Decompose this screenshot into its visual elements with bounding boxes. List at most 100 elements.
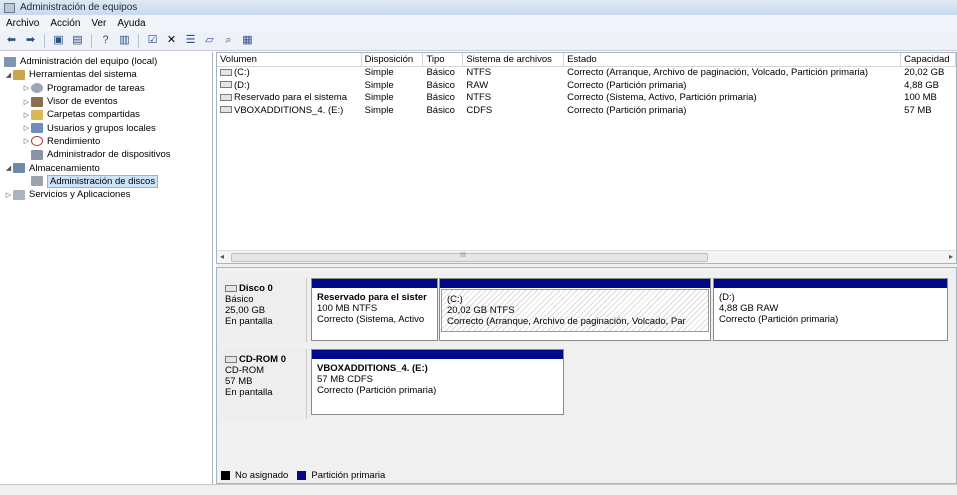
disk-management-icon <box>31 176 43 187</box>
menu-ayuda[interactable]: Ayuda <box>117 18 145 29</box>
table-row[interactable]: Reservado para el sistema Simple Básico … <box>217 92 956 105</box>
title-bar: Administración de equipos <box>0 0 957 15</box>
show-hide-tree-icon[interactable]: ▤ <box>70 34 85 48</box>
column-header-disposicion[interactable]: Disposición <box>362 53 424 66</box>
collapsed-arrow-icon[interactable]: ▷ <box>22 111 31 119</box>
console-icon[interactable]: ▥ <box>117 34 132 48</box>
partition-name: (C:) <box>447 294 463 305</box>
partition-color-bar <box>312 279 437 288</box>
menu-archivo[interactable]: Archivo <box>6 18 39 29</box>
disk-label[interactable]: Disco 0 Básico 25,00 GB En pantalla <box>219 278 307 342</box>
partition-block[interactable]: (C:) 20,02 GB NTFS Correcto (Arranque, A… <box>439 278 711 341</box>
partition-name: Reservado para el sister <box>317 292 427 303</box>
horizontal-scrollbar[interactable]: ◂ III ▸ <box>217 250 956 263</box>
tree-item-label: Usuarios y grupos locales <box>47 122 156 134</box>
toolbar-separator <box>91 33 92 48</box>
tree-item-carpetas[interactable]: ▷ Carpetas compartidas <box>0 108 212 121</box>
volume-status: Correcto (Sistema, Activo, Partición pri… <box>567 92 757 103</box>
help-icon[interactable]: ? <box>98 34 113 48</box>
column-header-tipo[interactable]: Tipo <box>423 53 464 66</box>
up-icon[interactable]: ▣ <box>51 34 66 48</box>
tree-item-visor[interactable]: ▷ Visor de eventos <box>0 95 212 108</box>
scrollbar-thumb[interactable]: III <box>231 252 708 262</box>
cdrom-icon <box>225 355 237 363</box>
scroll-right-icon[interactable]: ▸ <box>949 252 953 261</box>
volume-filesystem: NTFS <box>466 67 492 78</box>
partition-size: 20,02 GB NTFS <box>447 305 515 316</box>
volume-status: Correcto (Arranque, Archivo de paginació… <box>567 67 869 78</box>
partition-size: 4,88 GB RAW <box>719 303 779 314</box>
toolbar-separator <box>138 33 139 48</box>
primary-partition-swatch <box>297 471 307 480</box>
tree-item-dispositivos[interactable]: Administrador de dispositivos <box>0 148 212 161</box>
tree-item-servicios[interactable]: ▷ Servicios y Aplicaciones <box>0 188 212 201</box>
collapsed-arrow-icon[interactable]: ▷ <box>22 98 31 106</box>
forward-icon[interactable]: ➡ <box>23 34 38 48</box>
properties-icon[interactable]: ☰ <box>183 34 198 48</box>
search-icon[interactable]: ⌕ <box>221 34 236 48</box>
tree-item-label: Herramientas del sistema <box>29 69 137 81</box>
column-header-sistema-archivos[interactable]: Sistema de archivos <box>463 53 565 66</box>
tree-item-label: Rendimiento <box>47 135 101 147</box>
scroll-left-icon[interactable]: ◂ <box>220 252 224 261</box>
services-icon <box>13 189 25 200</box>
partition-block[interactable]: VBOXADDITIONS_4. (E:) 57 MB CDFS Correct… <box>311 349 564 415</box>
volume-layout: Simple <box>364 79 394 91</box>
volume-capacity: 57 MB <box>904 104 932 116</box>
collapsed-arrow-icon[interactable]: ▷ <box>22 137 31 145</box>
partition-name: VBOXADDITIONS_4. (E:) <box>317 363 428 374</box>
open-icon[interactable]: ▱ <box>202 34 217 48</box>
menu-bar: Archivo Acción Ver Ayuda <box>0 15 957 31</box>
disk-label[interactable]: CD-ROM 0 CD-ROM 57 MB En pantalla <box>219 349 307 419</box>
disk-row[interactable]: CD-ROM 0 CD-ROM 57 MB En pantalla VBOXAD… <box>219 349 952 419</box>
tree-item-almacenamiento[interactable]: ◢ Almacenamiento <box>0 161 212 174</box>
volume-type: Básico <box>426 92 455 103</box>
disk-graphical-view: Disco 0 Básico 25,00 GB En pantalla Rese… <box>216 267 957 484</box>
tree-item-root[interactable]: Administración del equipo (local) <box>0 55 212 68</box>
volume-status: Correcto (Partición primaria) <box>567 104 687 116</box>
column-header-volumen[interactable]: Volumen <box>217 53 362 66</box>
tree-item-label: Administración del equipo (local) <box>20 56 158 68</box>
menu-ver[interactable]: Ver <box>91 18 106 29</box>
volume-status: Correcto (Partición primaria) <box>567 79 687 91</box>
collapsed-arrow-icon[interactable]: ▷ <box>4 191 13 199</box>
tree-item-programador[interactable]: ▷ Programador de tareas <box>0 82 212 95</box>
table-row[interactable]: (C:) Simple Básico NTFS Correcto (Arranq… <box>217 67 956 80</box>
tree-item-label: Programador de tareas <box>47 82 145 94</box>
disk-name: CD-ROM 0 <box>239 354 286 365</box>
scrollbar-grip: III <box>460 252 466 259</box>
column-header-estado[interactable]: Estado <box>564 53 902 66</box>
collapsed-arrow-icon[interactable]: ▷ <box>22 124 31 132</box>
disk-name: Disco 0 <box>239 283 273 294</box>
tree-item-herramientas[interactable]: ◢ Herramientas del sistema <box>0 68 212 81</box>
menu-accion[interactable]: Acción <box>50 18 80 29</box>
partition-color-bar <box>440 279 710 288</box>
partition-status: Correcto (Partición primaria) <box>719 314 839 325</box>
collapsed-arrow-icon[interactable]: ▷ <box>22 84 31 92</box>
column-header-capacidad[interactable]: Capacidad <box>901 53 956 66</box>
partition-name: (D:) <box>719 292 735 303</box>
tree-item-discos[interactable]: Administración de discos <box>0 174 212 188</box>
tree-item-rendimiento[interactable]: ▷ Rendimiento <box>0 135 212 148</box>
storage-icon <box>13 163 25 174</box>
partition-block[interactable]: (D:) 4,88 GB RAW Correcto (Partición pri… <box>713 278 948 341</box>
expanded-arrow-icon[interactable]: ◢ <box>4 71 13 79</box>
volume-type: Básico <box>426 67 455 78</box>
table-row[interactable]: VBOXADDITIONS_4. (E:) Simple Básico CDFS… <box>217 105 956 118</box>
disk-size: 25,00 GB <box>225 305 266 316</box>
back-icon[interactable]: ⬅ <box>4 34 19 48</box>
disk-icon[interactable]: ▦ <box>240 34 255 48</box>
tree-item-label: Servicios y Aplicaciones <box>29 189 131 201</box>
disk-row[interactable]: Disco 0 Básico 25,00 GB En pantalla Rese… <box>219 278 952 342</box>
check-icon[interactable]: ☑ <box>145 34 160 48</box>
volume-capacity: 4,88 GB <box>904 79 940 91</box>
expanded-arrow-icon[interactable]: ◢ <box>4 164 13 172</box>
window-title: Administración de equipos <box>20 2 138 13</box>
delete-icon[interactable]: ✕ <box>164 34 179 48</box>
navigation-tree: Administración del equipo (local) ◢ Herr… <box>0 52 213 484</box>
partition-block[interactable]: Reservado para el sister 100 MB NTFS Cor… <box>311 278 438 341</box>
legend: No asignado Partición primaria <box>221 470 385 481</box>
tree-item-label: Administrador de dispositivos <box>47 149 171 161</box>
tree-item-usuarios[interactable]: ▷ Usuarios y grupos locales <box>0 121 212 134</box>
table-row[interactable]: (D:) Simple Básico RAW Correcto (Partici… <box>217 80 956 93</box>
